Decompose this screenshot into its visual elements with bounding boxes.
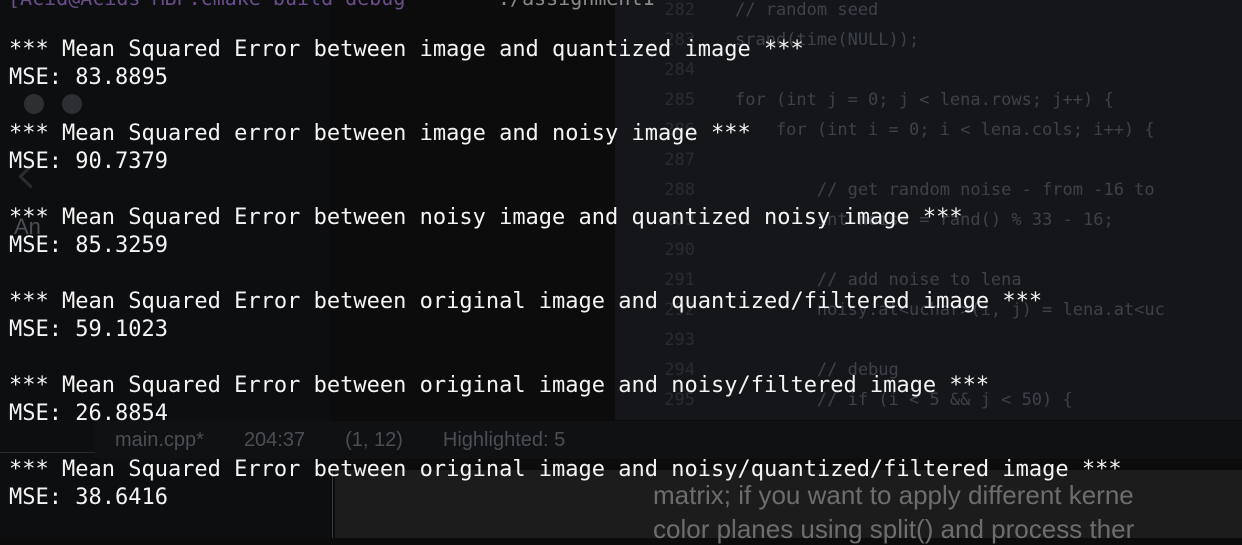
mse-result-block: *** Mean Squared Error between noisy ima… xyxy=(9,204,1242,260)
mse-result-value: MSE: 83.8895 xyxy=(9,65,168,90)
document-text-line: color planes using split() and process t… xyxy=(653,514,1135,544)
mse-result-header: *** Mean Squared Error between noisy ima… xyxy=(9,205,963,230)
mse-result-value: MSE: 85.3259 xyxy=(9,233,168,258)
terminal-prompt: [Acid@Acids-MBP:cmake-build-debug xyxy=(8,0,405,10)
mse-result-block: *** Mean Squared Error between image and… xyxy=(9,36,1242,92)
mse-result-block: *** Mean Squared Error between original … xyxy=(9,456,1242,512)
mse-result-header: *** Mean Squared Error between original … xyxy=(9,289,1043,314)
mse-result-block: *** Mean Squared Error between original … xyxy=(9,288,1242,344)
editor-code-line: 282// random seed xyxy=(615,0,1242,30)
mse-result-header: *** Mean Squared Error between original … xyxy=(9,373,990,398)
mse-result-value: MSE: 26.8854 xyxy=(9,401,168,426)
mse-result-header: *** Mean Squared error between image and… xyxy=(9,121,751,146)
mse-result-header: *** Mean Squared Error between image and… xyxy=(9,37,804,62)
mse-result-block: *** Mean Squared error between image and… xyxy=(9,120,1242,176)
terminal-output: *** Mean Squared Error between image and… xyxy=(9,36,1242,512)
mse-result-block: *** Mean Squared Error between original … xyxy=(9,372,1242,428)
mse-result-header: *** Mean Squared Error between original … xyxy=(9,457,1122,482)
editor-code-text: // random seed xyxy=(735,0,879,20)
mse-result-value: MSE: 90.7379 xyxy=(9,149,168,174)
terminal-command: ./assignment1 xyxy=(498,0,655,10)
mse-result-value: MSE: 59.1023 xyxy=(9,317,168,342)
mse-result-value: MSE: 38.6416 xyxy=(9,485,168,510)
